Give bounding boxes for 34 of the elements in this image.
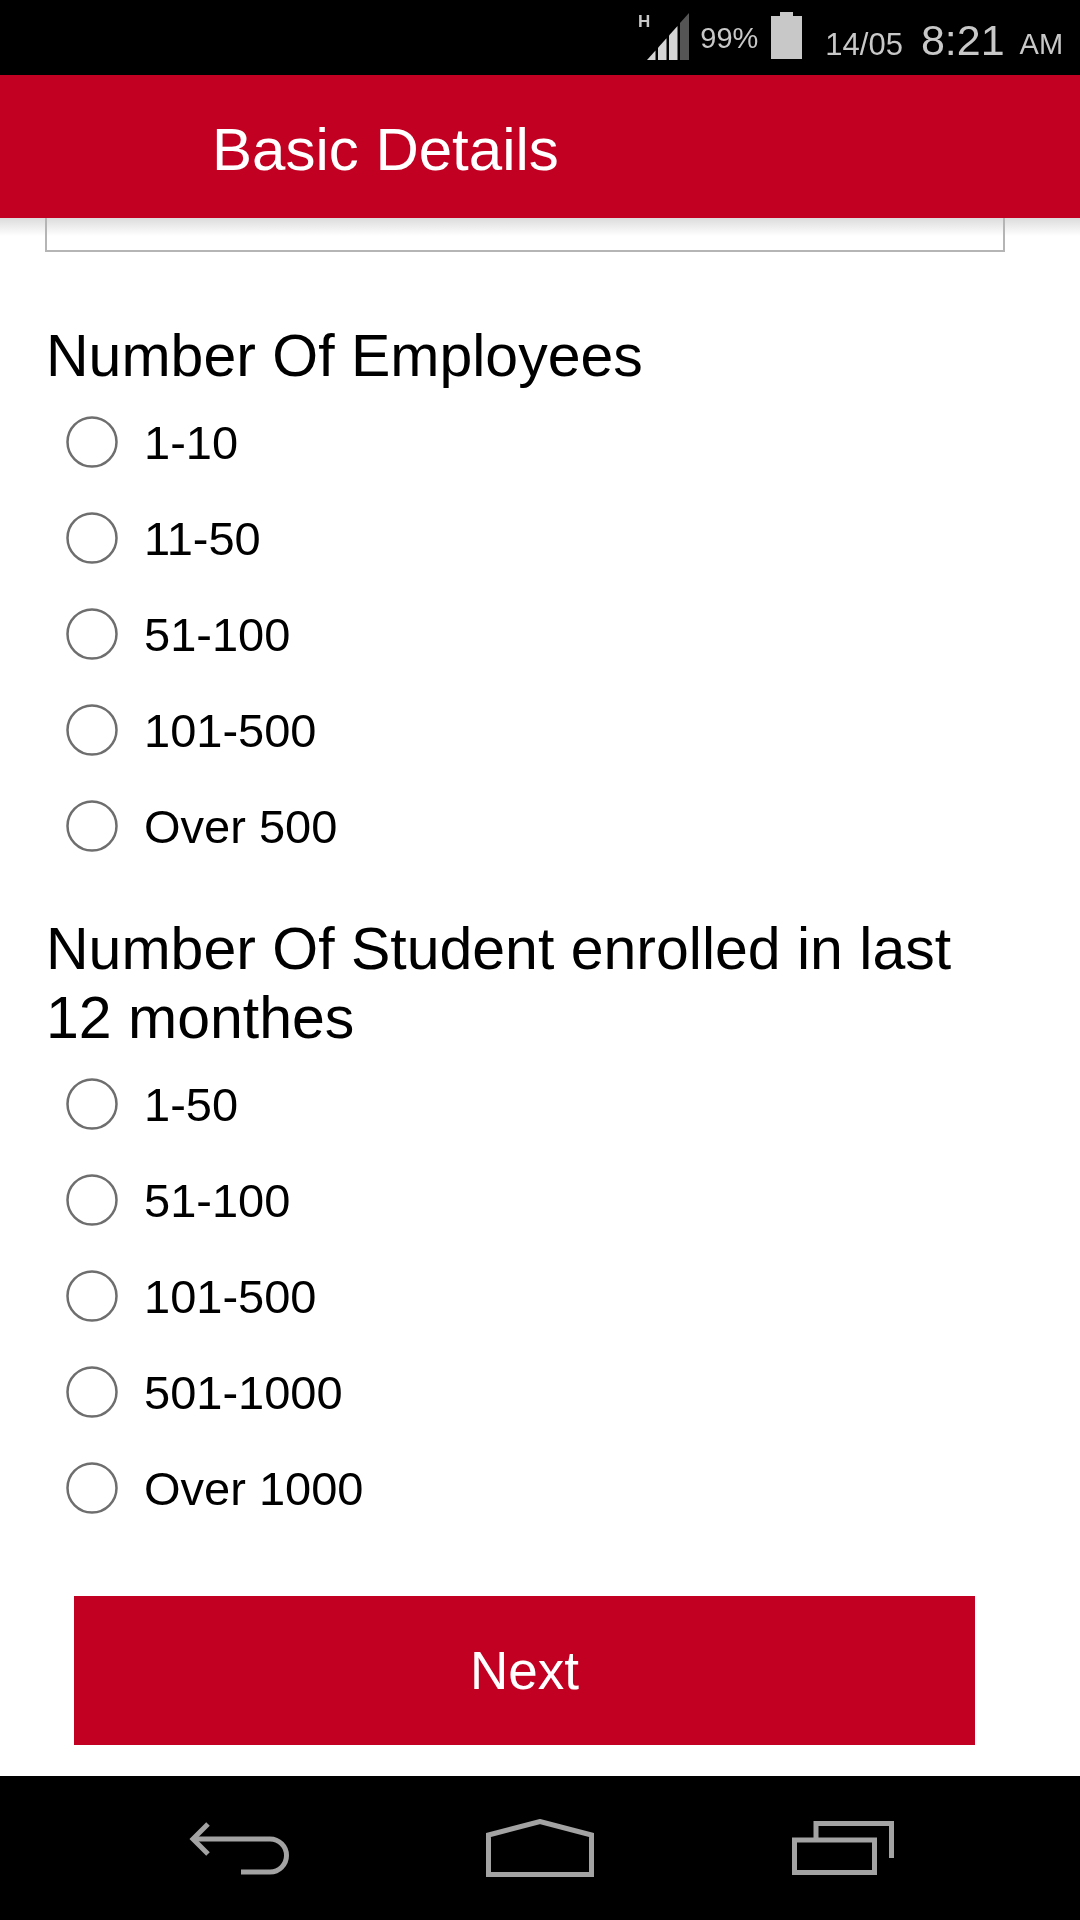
- radio-icon[interactable]: [66, 416, 118, 468]
- network-type-label: H: [638, 13, 651, 30]
- radio-option[interactable]: 101-500: [66, 704, 317, 756]
- next-button[interactable]: Next: [74, 1596, 975, 1745]
- radio-option[interactable]: 101-500: [66, 1270, 317, 1322]
- radio-option[interactable]: 1-50: [66, 1078, 239, 1130]
- radio-icon[interactable]: [66, 512, 118, 564]
- radio-option[interactable]: 1-10: [66, 416, 239, 468]
- radio-option[interactable]: 51-100: [66, 608, 291, 660]
- radio-icon[interactable]: [66, 800, 118, 852]
- radio-icon[interactable]: [66, 608, 118, 660]
- radio-icon[interactable]: [66, 1462, 118, 1514]
- radio-icon[interactable]: [66, 1270, 118, 1322]
- radio-icon[interactable]: [66, 1174, 118, 1226]
- status-period: AM: [1019, 30, 1064, 59]
- radio-icon[interactable]: [66, 704, 118, 756]
- home-icon[interactable]: [486, 1819, 594, 1877]
- status-time: 8:21: [920, 19, 1005, 62]
- battery-icon: [771, 12, 803, 59]
- recents-icon[interactable]: [792, 1821, 894, 1875]
- radio-option[interactable]: 51-100: [66, 1174, 291, 1226]
- status-date: 14/05: [825, 29, 903, 60]
- radio-icon[interactable]: [66, 1078, 118, 1130]
- radio-option[interactable]: 501-1000: [66, 1366, 343, 1418]
- radio-option[interactable]: Over 1000: [66, 1462, 364, 1514]
- radio-option[interactable]: 11-50: [66, 512, 261, 564]
- radio-icon[interactable]: [66, 1366, 118, 1418]
- question-heading: Number Of Employees: [45, 322, 644, 391]
- radio-option[interactable]: Over 500: [66, 800, 338, 852]
- back-icon[interactable]: [189, 1821, 289, 1875]
- screen-title: Basic Details: [212, 119, 559, 180]
- battery-percent: 99%: [700, 24, 759, 53]
- question-heading: Number Of Student enrolled in last 12 monthes: [45, 915, 953, 1053]
- signal-icon: [647, 13, 690, 60]
